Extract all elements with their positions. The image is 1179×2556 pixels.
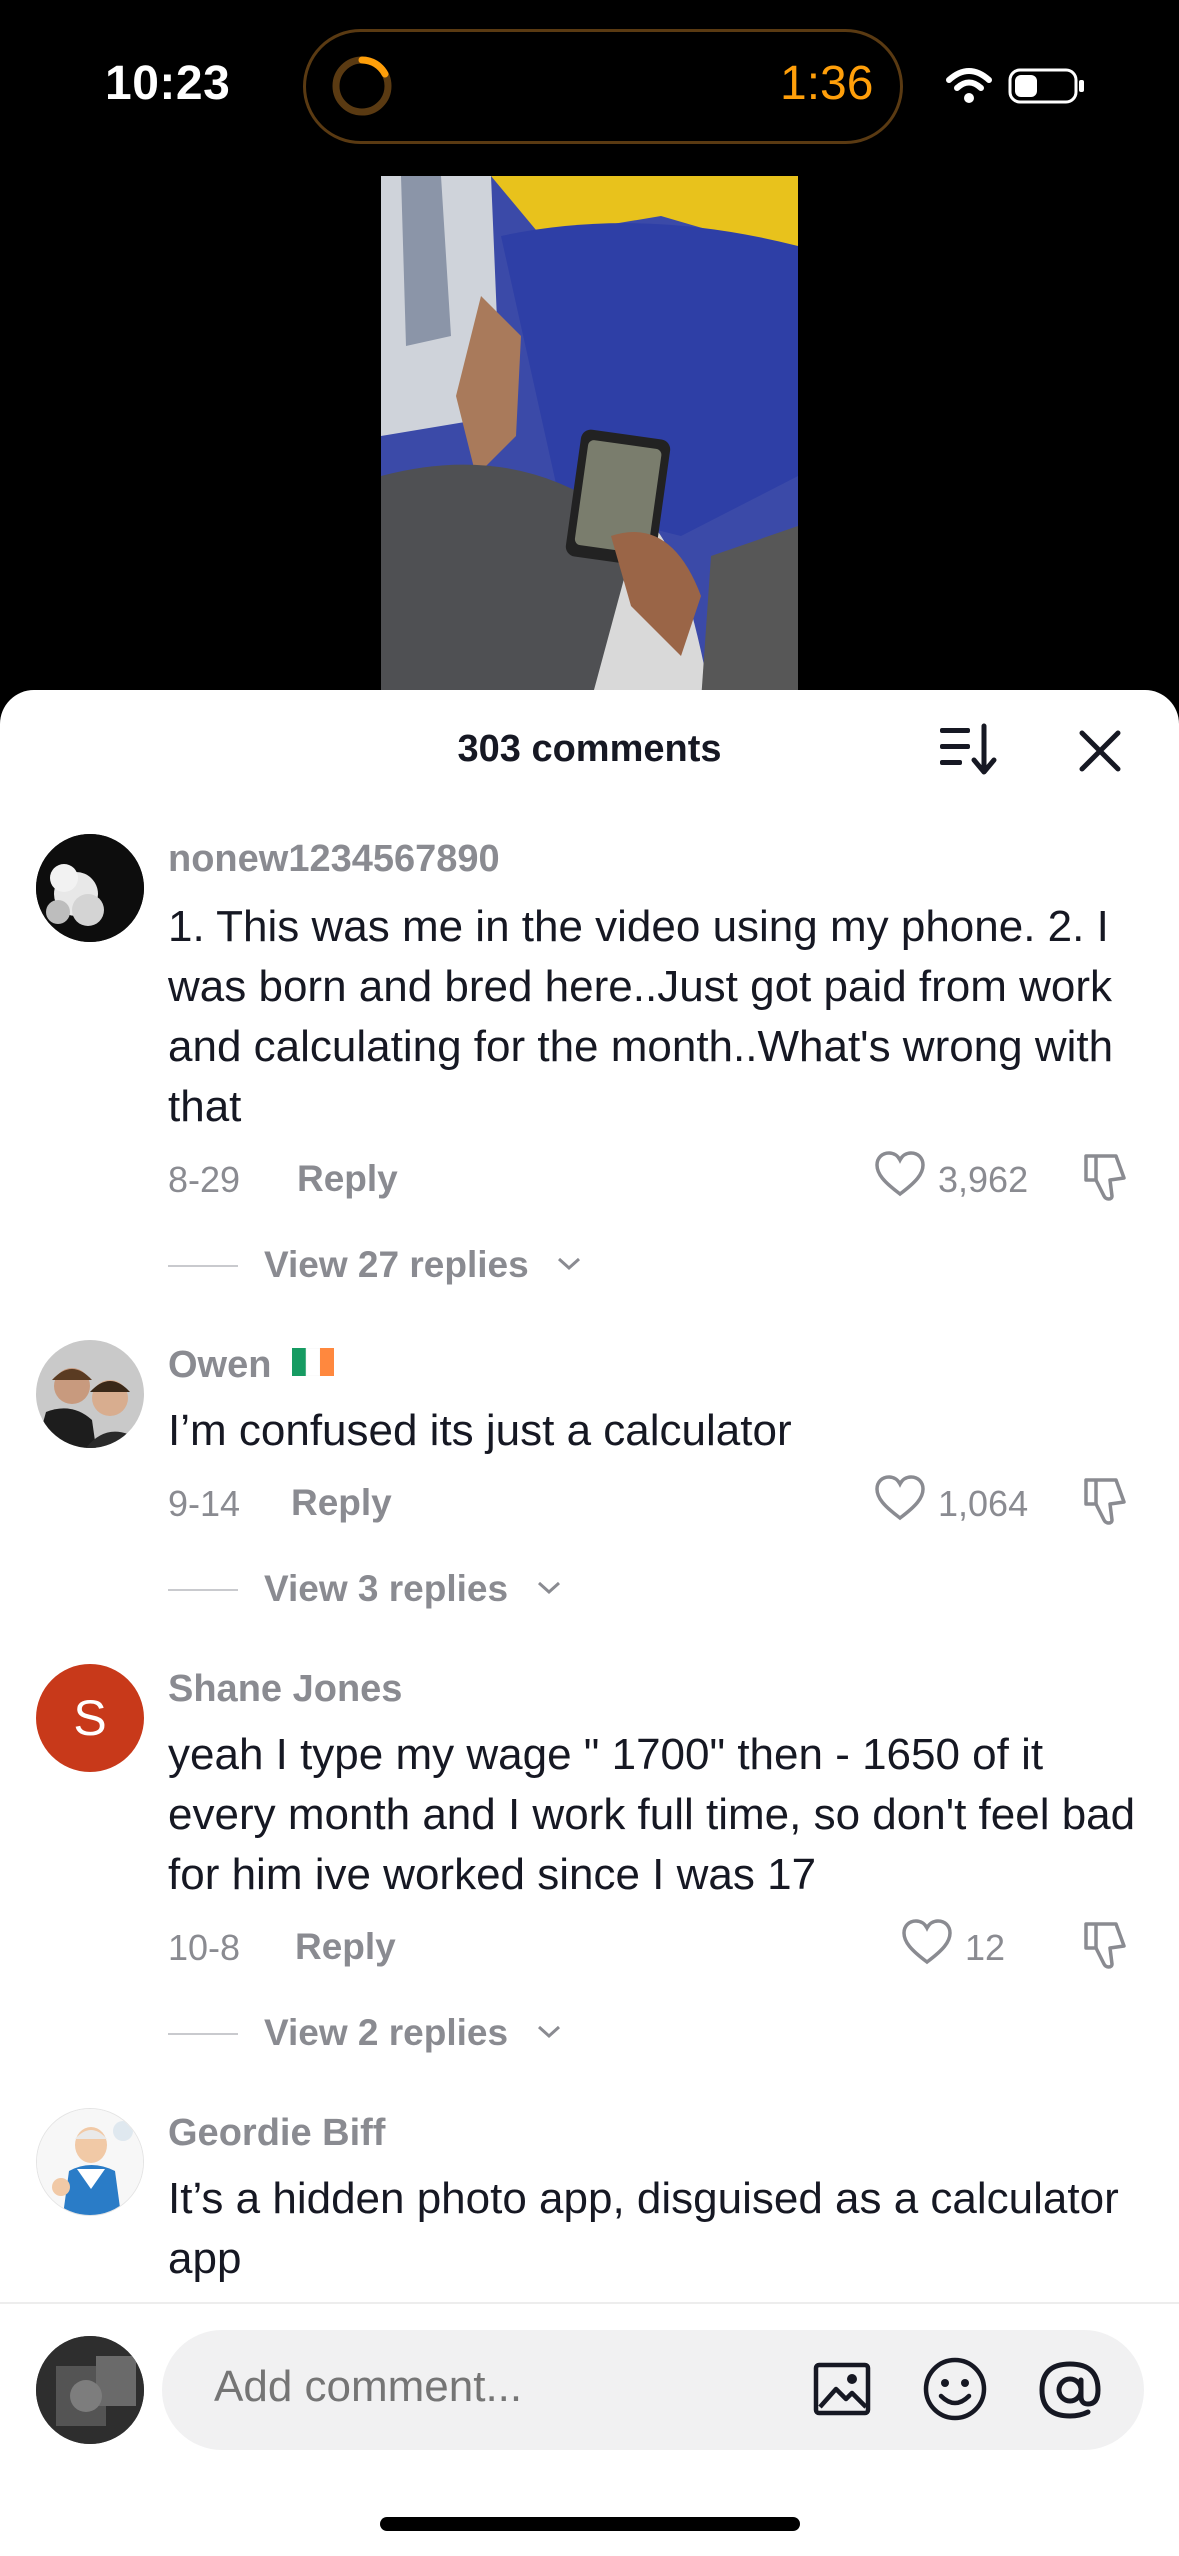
comments-count-title: 303 comments [457,728,722,770]
like-count: 12 [965,1927,1006,1968]
my-avatar[interactable] [36,2336,144,2444]
close-icon[interactable] [1074,725,1126,777]
like-count: 3,962 [938,1159,1029,1200]
comment-text: yeah I type my wage " 1700" then - 1650 … [168,1730,1136,1899]
status-time: 10:23 [105,57,231,110]
comment-date: 9-14 [168,1483,241,1524]
avatar[interactable] [36,1340,144,1448]
avatar-image [36,834,144,942]
chevron-down-icon [557,1257,581,1271]
image-icon[interactable] [812,2359,872,2419]
comment-date: 8-29 [168,1159,241,1200]
view-replies-button[interactable]: View 3 replies [264,1568,508,1610]
view-replies-button[interactable]: View 27 replies [264,1244,529,1286]
reply-button[interactable]: Reply [297,1158,398,1200]
reply-button[interactable]: Reply [291,1482,392,1524]
video-preview[interactable] [381,176,798,701]
dislike-icon[interactable] [1080,1150,1132,1204]
comment-text: It’s a hidden photo app, disguised as a … [168,2174,1119,2283]
avatar-image [36,1340,144,1448]
emoji-icon[interactable] [922,2356,988,2422]
timer-icon [332,56,392,116]
replies-divider [168,1589,238,1591]
comment-username[interactable]: Owen [168,1344,271,1387]
home-indicator [380,2517,800,2531]
composer-top-border [0,2302,1179,2304]
comment-username[interactable]: Geordie Biff [168,2112,385,2155]
avatar[interactable] [36,2108,144,2216]
replies-divider [168,1265,238,1267]
replies-divider [168,2033,238,2035]
avatar-initial: S [73,1690,107,1746]
heart-icon[interactable] [874,1150,926,1198]
like-count: 1,064 [938,1483,1029,1524]
ireland-flag-icon [292,1348,334,1376]
view-replies-button[interactable]: View 2 replies [264,2012,508,2054]
heart-icon[interactable] [874,1474,926,1522]
dislike-icon[interactable] [1080,1918,1132,1972]
my-avatar-image [36,2336,144,2444]
battery-icon [1008,68,1084,104]
video-frame-image [381,176,798,701]
sort-icon[interactable] [938,722,1000,778]
heart-icon[interactable] [901,1918,953,1966]
comment-text: I’m confused its just a calculator [168,1406,792,1455]
avatar-image [37,2109,143,2215]
timer-countdown: 1:36 [780,57,874,110]
comment-username[interactable]: Shane Jones [168,1668,402,1711]
reply-button[interactable]: Reply [295,1926,396,1968]
mention-icon[interactable] [1036,2356,1104,2424]
chevron-down-icon [537,1581,561,1595]
comment-date: 10-8 [168,1927,241,1968]
chevron-down-icon [537,2025,561,2039]
dislike-icon[interactable] [1080,1474,1132,1528]
avatar[interactable]: S [36,1664,144,1772]
comment-username[interactable]: nonew1234567890 [168,838,500,881]
avatar[interactable] [36,834,144,942]
comment-input[interactable] [214,2362,714,2412]
comment-text: 1. This was me in the video using my pho… [168,902,1114,1131]
wifi-icon [946,68,992,103]
